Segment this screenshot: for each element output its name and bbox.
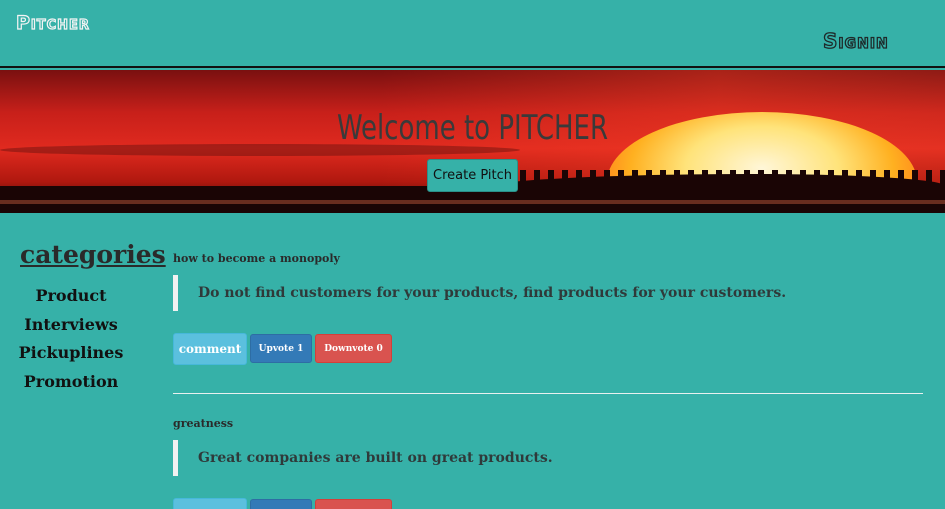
- pitch-title: how to become a monopoly: [173, 252, 340, 265]
- upvote-button[interactable]: Upvote 1: [250, 499, 312, 509]
- pitch-actions: comment Upvote 1 Downvote 0: [173, 333, 923, 365]
- pitch-card: greatness Great companies are built on g…: [173, 417, 923, 509]
- hero-banner: Welcome to PITCHER Create Pitch: [0, 70, 945, 213]
- pitch-quote: Great companies are built on great produ…: [173, 440, 923, 476]
- pitch-title: greatness: [173, 417, 234, 430]
- create-pitch-button[interactable]: Create Pitch: [427, 159, 518, 192]
- pitch-card: how to become a monopoly Do not find cus…: [173, 252, 923, 365]
- signin-link[interactable]: Signin: [822, 28, 889, 53]
- water-reflection: [0, 200, 945, 204]
- comment-button[interactable]: comment: [173, 498, 247, 509]
- category-pickuplines[interactable]: Pickuplines: [16, 343, 126, 372]
- downvote-button[interactable]: Downvote 0: [315, 334, 392, 363]
- pitch-divider: [173, 393, 923, 394]
- upvote-button[interactable]: Upvote 1: [250, 334, 312, 363]
- pitch-actions: comment Upvote 1 Downvote 0: [173, 498, 923, 509]
- categories-heading: categories: [20, 240, 166, 269]
- brand-logo[interactable]: Pitcher: [15, 11, 90, 34]
- hero-title: Welcome to PITCHER: [336, 108, 609, 148]
- downvote-button[interactable]: Downvote 0: [315, 499, 392, 509]
- category-list: Product Interviews Pickuplines Promotion: [16, 286, 126, 400]
- comment-button[interactable]: comment: [173, 333, 247, 365]
- category-interviews[interactable]: Interviews: [16, 315, 126, 344]
- navbar: Pitcher Signin: [0, 0, 945, 68]
- category-promotion[interactable]: Promotion: [16, 372, 126, 401]
- pitch-quote: Do not find customers for your products,…: [173, 275, 923, 311]
- category-product[interactable]: Product: [16, 286, 126, 315]
